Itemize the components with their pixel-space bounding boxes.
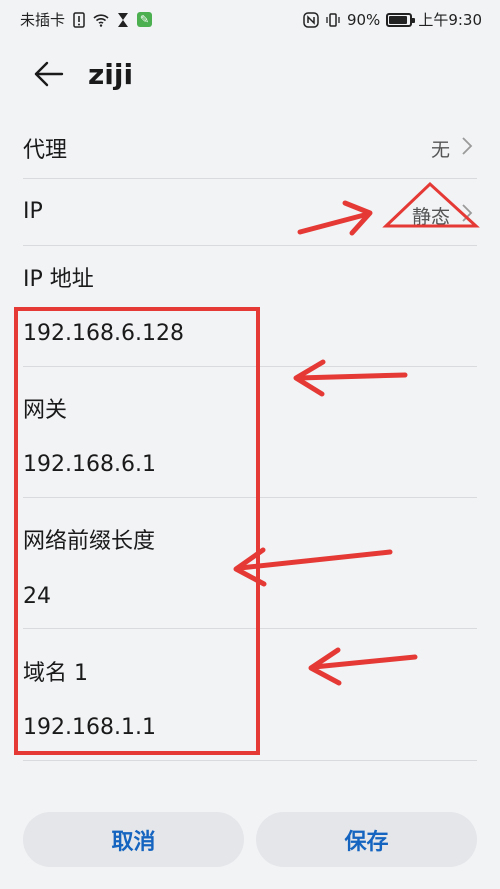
- wifi-icon: [93, 13, 109, 27]
- save-button[interactable]: 保存: [256, 812, 477, 867]
- gateway-input[interactable]: 192.168.6.1: [23, 452, 156, 477]
- gateway-label: 网关: [23, 398, 68, 423]
- sim-alert-icon: [73, 11, 85, 28]
- chevron-right-icon: [462, 204, 473, 222]
- cancel-button[interactable]: 取消: [23, 812, 244, 867]
- dns1-label: 域名 1: [23, 661, 88, 686]
- prefix-length-label: 网络前缀长度: [23, 529, 156, 554]
- ip-address-label: IP 地址: [23, 267, 94, 292]
- chevron-right-icon: [462, 137, 473, 155]
- divider: [23, 760, 477, 761]
- ip-mode-value: 静态: [411, 206, 450, 228]
- divider: [23, 497, 477, 498]
- annotation-arrow: [308, 647, 418, 686]
- status-bar-right: 90% 上午9:30: [303, 9, 482, 30]
- nfc-icon: [303, 11, 319, 28]
- divider: [23, 178, 477, 179]
- annotation-arrow: [297, 200, 373, 236]
- ip-address-input[interactable]: 192.168.6.128: [23, 321, 184, 346]
- clock: 上午9:30: [418, 11, 482, 29]
- hourglass-icon: [118, 12, 129, 27]
- divider: [23, 245, 477, 246]
- prefix-length-input[interactable]: 24: [23, 584, 51, 609]
- proxy-label: 代理: [23, 138, 68, 163]
- status-bar-left: 未插卡 ✎: [20, 9, 153, 30]
- proxy-value: 无: [430, 139, 450, 161]
- carrier-text: 未插卡: [20, 11, 66, 29]
- battery-percent: 90%: [346, 10, 381, 29]
- app-header: ziji: [0, 44, 500, 104]
- divider: [23, 628, 477, 629]
- ip-label: IP: [23, 199, 43, 224]
- dns1-input[interactable]: 192.168.1.1: [23, 715, 156, 740]
- page-title: ziji: [88, 58, 134, 91]
- divider: [23, 366, 477, 367]
- status-bar: 未插卡 ✎ 90% 上午9:30: [0, 0, 500, 36]
- annotation-overlay: [14, 181, 480, 755]
- battery-icon: [386, 12, 416, 27]
- vibrate-icon: [326, 12, 340, 27]
- app-notification-icon: ✎: [137, 12, 153, 27]
- annotation-arrow: [233, 547, 393, 587]
- back-arrow-icon[interactable]: [28, 54, 68, 94]
